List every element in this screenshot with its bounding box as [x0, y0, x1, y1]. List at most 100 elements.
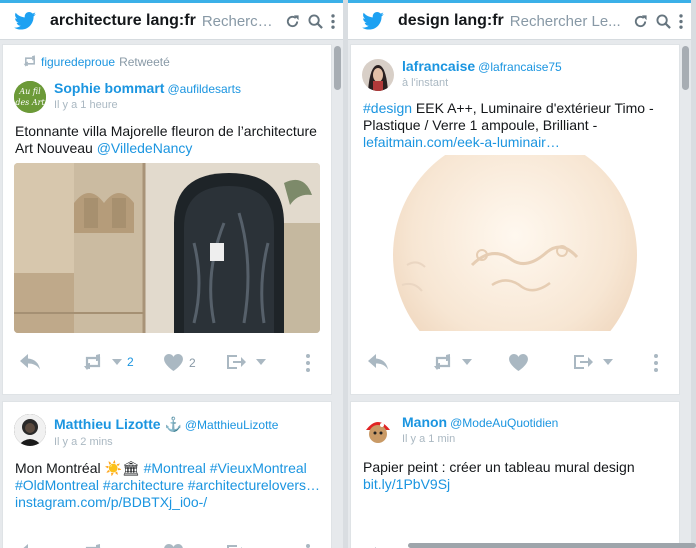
tweet-card[interactable]: Manon @ModeAuQuotidien Il y a 1 min Papie…: [350, 401, 680, 548]
chevron-down-icon[interactable]: [112, 359, 122, 365]
refresh-icon[interactable]: [285, 14, 300, 29]
tweet-handle[interactable]: @MatthieuLizotte: [185, 418, 279, 432]
tweet-actions: 2 2: [3, 354, 331, 376]
tweet-card[interactable]: lafrancaise @lafrancaise75 à l'instant #d…: [350, 44, 680, 395]
tweet-author[interactable]: lafrancaise @lafrancaise75: [402, 58, 562, 74]
tweet-author[interactable]: Matthieu Lizotte ⚓ @MatthieuLizotte: [54, 416, 278, 433]
like-button[interactable]: [509, 354, 528, 371]
vertical-scrollbar[interactable]: [334, 46, 341, 90]
author-badge: ⚓: [164, 416, 182, 432]
twitter-bird-icon: [14, 12, 36, 30]
like-count: 2: [189, 355, 196, 370]
tweet-stream[interactable]: lafrancaise @lafrancaise75 à l'instant #d…: [348, 40, 691, 548]
retweet-label: Retweeté: [119, 55, 170, 69]
column-search-hint[interactable]: Rechercher...: [202, 13, 279, 30]
chevron-down-icon[interactable]: [256, 359, 266, 365]
avatar[interactable]: [14, 414, 46, 446]
share-icon: [226, 544, 246, 548]
url-link[interactable]: lefaitmain.com/eek-a-luminair…: [363, 134, 560, 150]
tweet-card[interactable]: figuredeproue Retweeté Au fil des Art So…: [2, 44, 332, 395]
column-title: design lang:fr: [398, 12, 504, 29]
tweet-text: Papier peint : créer un tableau mural de…: [363, 459, 635, 492]
tweet-handle[interactable]: @aufildesarts: [167, 82, 241, 96]
more-button[interactable]: [654, 354, 658, 372]
column-design: design lang:fr Rechercher Le... lafranca…: [348, 0, 691, 548]
hashtag-link[interactable]: #OldMontreal #architecture #architecture…: [15, 477, 320, 493]
reply-icon: [368, 354, 388, 370]
reply-button[interactable]: [20, 354, 40, 370]
tweet-author[interactable]: Manon @ModeAuQuotidien: [402, 414, 558, 430]
tweet-actions: [3, 544, 331, 548]
like-button[interactable]: [164, 544, 183, 548]
tweet-time[interactable]: à l'instant: [402, 77, 448, 89]
more-vertical-icon: [306, 354, 310, 372]
retweeter-name[interactable]: figuredeproue: [41, 55, 115, 69]
hashtag-link[interactable]: #design: [363, 100, 412, 116]
svg-text:Au fil: Au fil: [18, 87, 41, 96]
tweet-author[interactable]: Sophie bommart @aufildesarts: [54, 80, 241, 96]
tweet-photo[interactable]: [362, 155, 668, 331]
tweet-handle[interactable]: @ModeAuQuotidien: [450, 416, 558, 430]
url-link[interactable]: instagram.com/p/BDBTXj_i0o-/: [15, 494, 207, 510]
retweet-button[interactable]: [433, 354, 472, 370]
reply-button[interactable]: [368, 354, 388, 370]
tweet-time[interactable]: Il y a 1 heure: [54, 99, 118, 111]
tweet-stream[interactable]: figuredeproue Retweeté Au fil des Art So…: [0, 40, 343, 548]
avatar[interactable]: [362, 59, 394, 91]
tweet-time[interactable]: Il y a 1 min: [402, 433, 455, 445]
tweet-text: Mon Montréal ☀️🏛 #Montreal #VieuxMontrea…: [15, 460, 321, 510]
refresh-icon[interactable]: [633, 14, 648, 29]
retweet-button[interactable]: 2: [83, 354, 134, 370]
retweet-context: figuredeproue Retweeté: [23, 55, 170, 69]
tweet-text: #design EEK A++, Luminaire d'extérieur T…: [363, 100, 654, 150]
like-icon: [509, 354, 528, 371]
share-button[interactable]: [226, 354, 266, 370]
chevron-down-icon[interactable]: [603, 359, 613, 365]
tweet-actions: [351, 354, 679, 376]
reply-icon: [20, 354, 40, 370]
like-icon: [164, 354, 183, 371]
retweet-icon: [83, 354, 103, 370]
more-vertical-icon[interactable]: [679, 14, 683, 29]
retweet-count: 2: [127, 355, 134, 369]
url-link[interactable]: bit.ly/1PbV9Sj: [363, 476, 450, 492]
more-vertical-icon: [306, 544, 310, 548]
avatar[interactable]: [362, 414, 394, 446]
like-button[interactable]: 2: [164, 354, 196, 371]
share-button[interactable]: [226, 544, 246, 548]
tweet-time[interactable]: Il y a 2 mins: [54, 436, 113, 448]
svg-text:des Art: des Art: [15, 98, 45, 107]
retweet-icon: [23, 55, 37, 67]
reply-button[interactable]: [20, 544, 40, 548]
column-architecture: architecture lang:fr Rechercher... figur…: [0, 0, 343, 548]
reply-icon: [20, 544, 40, 548]
hashtag-link[interactable]: #Montreal #VieuxMontreal: [144, 460, 307, 476]
column-header: architecture lang:fr Rechercher...: [0, 3, 343, 40]
more-vertical-icon: [654, 354, 658, 372]
more-vertical-icon[interactable]: [331, 14, 335, 29]
tweet-photo[interactable]: [14, 163, 320, 333]
avatar[interactable]: Au fil des Art: [14, 81, 46, 113]
vertical-scrollbar[interactable]: [682, 46, 689, 90]
search-icon[interactable]: [308, 14, 323, 29]
tweet-card[interactable]: Matthieu Lizotte ⚓ @MatthieuLizotte Il y …: [2, 401, 332, 548]
twitter-bird-icon: [362, 12, 384, 30]
more-button[interactable]: [306, 544, 310, 548]
chevron-down-icon[interactable]: [462, 359, 472, 365]
mention-link[interactable]: @VilledeNancy: [97, 140, 193, 156]
column-header: design lang:fr Rechercher Le...: [348, 3, 691, 40]
retweet-button[interactable]: [83, 544, 103, 548]
column-title: architecture lang:fr: [50, 12, 196, 29]
retweet-icon: [83, 544, 103, 548]
search-icon[interactable]: [656, 14, 671, 29]
horizontal-scrollbar[interactable]: [408, 543, 696, 548]
share-button[interactable]: [573, 354, 613, 370]
tweet-text: Etonnante villa Majorelle fleuron de l’a…: [15, 123, 317, 156]
tweet-handle[interactable]: @lafrancaise75: [478, 60, 562, 74]
more-button[interactable]: [306, 354, 310, 372]
share-icon: [573, 354, 593, 370]
like-icon: [164, 544, 183, 548]
retweet-icon: [433, 354, 453, 370]
share-icon: [226, 354, 246, 370]
column-search-hint[interactable]: Rechercher Le...: [510, 13, 627, 30]
